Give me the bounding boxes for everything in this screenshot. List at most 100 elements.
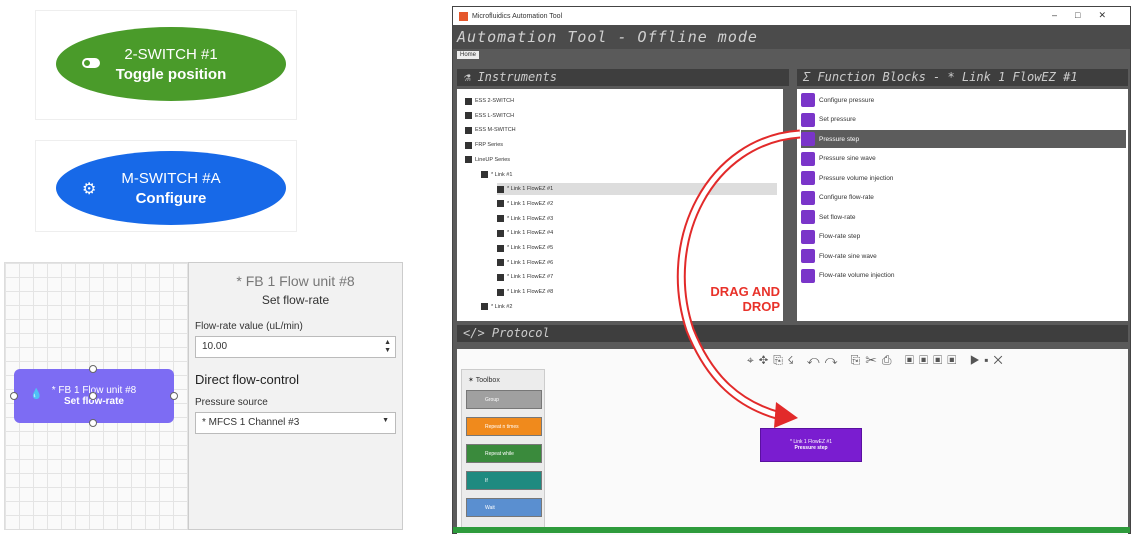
properties-title: * FB 1 Flow unit #8 xyxy=(236,273,355,289)
m-switch-block[interactable]: ⚙ M-SWITCH #A Configure xyxy=(56,151,286,225)
toggle-icon xyxy=(82,55,100,73)
tree-item[interactable]: * Link 1 FlowEZ #8 xyxy=(497,286,553,298)
drag-drop-label: DRAG AND DROP xyxy=(710,284,780,314)
tree-item[interactable]: FRP Series xyxy=(465,139,503,151)
instrument-icon xyxy=(481,171,488,178)
window-controls[interactable]: –□✕ xyxy=(1052,10,1124,21)
tree-item[interactable]: ESS M-SWITCH xyxy=(465,124,516,136)
handle-left[interactable] xyxy=(10,392,18,400)
function-block-item[interactable]: Set flow-rate xyxy=(801,208,1126,226)
instrument-icon xyxy=(497,200,504,208)
toolbox-item-label: Repeat while xyxy=(485,450,514,457)
properties-panel: * FB 1 Flow unit #8 Set flow-rate Flow-r… xyxy=(188,262,403,530)
app-title: Automation Tool - Offline mode xyxy=(453,25,1130,49)
tree-item-label: * Link 1 FlowEZ #3 xyxy=(507,215,554,222)
toolbox-item[interactable]: Wait xyxy=(466,498,542,517)
instrument-icon xyxy=(497,273,504,281)
toolbox-item-label: Repeat n times xyxy=(485,423,519,430)
instrument-icon xyxy=(497,259,504,267)
function-block-item[interactable]: Flow-rate volume injection xyxy=(801,267,1126,285)
tree-item-label: * Link 1 FlowEZ #8 xyxy=(507,289,554,296)
instruments-header: ⚗ Instruments xyxy=(457,69,789,86)
tree-item[interactable]: * Link #1 xyxy=(481,169,512,181)
function-block-item[interactable]: Configure pressure xyxy=(801,91,1126,109)
tab-home[interactable]: Home xyxy=(457,51,480,59)
instrument-icon xyxy=(465,156,472,164)
function-blocks-header-label: Function Blocks - * Link 1 FlowEZ #1 xyxy=(817,70,1078,84)
tree-item[interactable]: * Link #2 xyxy=(481,301,512,313)
pressure-source-label: Pressure source xyxy=(195,397,268,408)
tree-item-label: ESS 2-SWITCH xyxy=(475,98,515,104)
tree-item[interactable]: * Link 1 FlowEZ #4 xyxy=(497,227,553,239)
instrument-icon xyxy=(465,112,472,120)
toolbox-item-label: If xyxy=(485,477,488,484)
toolbox-title: ✶ Toolbox xyxy=(468,376,500,384)
app-logo-icon xyxy=(459,11,468,21)
function-block-item[interactable]: Pressure step xyxy=(801,130,1126,148)
function-block-item[interactable]: Set pressure xyxy=(801,111,1126,129)
drop-icon: 💧 xyxy=(30,389,43,400)
instrument-icon xyxy=(497,288,504,296)
toolbox-item[interactable]: Repeat while xyxy=(466,444,542,463)
tree-item[interactable]: * Link 1 FlowEZ #3 xyxy=(497,213,553,225)
chevron-down-icon: ▼ xyxy=(382,417,389,424)
m-switch-name: M-SWITCH #A xyxy=(121,169,221,187)
function-block-item[interactable]: Pressure volume injection xyxy=(801,169,1126,187)
toolbox-item-label: Group xyxy=(485,396,499,403)
two-switch-card: 2-SWITCH #1 Toggle position xyxy=(35,10,297,120)
gear-icon: ⚙ xyxy=(82,181,97,198)
tree-item-label: * Link 1 FlowEZ #2 xyxy=(507,200,554,207)
instrument-icon xyxy=(465,141,472,149)
tree-item[interactable]: * Link 1 FlowEZ #7 xyxy=(497,271,553,283)
pressure-source-select[interactable]: * MFCS 1 Channel #3 ▼ xyxy=(195,412,396,434)
function-block-item[interactable]: Pressure sine wave xyxy=(801,150,1126,168)
toolbox: ✶ Toolbox Group Repeat n times Repeat whil… xyxy=(461,369,545,529)
tree-item-label: * Link 1 FlowEZ #1 xyxy=(507,186,554,193)
sigma-icon: Σ xyxy=(803,70,818,84)
drag-arrow xyxy=(676,129,801,428)
function-block-item[interactable]: Flow-rate sine wave xyxy=(801,247,1126,265)
protocol-node[interactable]: * Link 1 FlowEZ #1 Pressure step xyxy=(760,428,862,462)
function-block-label: Configure flow-rate xyxy=(819,194,874,201)
handle-right[interactable] xyxy=(170,392,178,400)
status-bar xyxy=(453,527,1130,533)
function-block-icon xyxy=(801,93,815,107)
properties-subtitle: Set flow-rate xyxy=(261,293,330,307)
tree-item-label: * Link 1 FlowEZ #7 xyxy=(507,274,554,281)
tree-item[interactable]: ESS 2-SWITCH xyxy=(465,95,514,107)
protocol-header-label: Protocol xyxy=(491,326,550,340)
tree-item[interactable]: * Link 1 FlowEZ #6 xyxy=(497,257,553,269)
tree-item[interactable]: * Link 1 FlowEZ #5 xyxy=(497,242,553,254)
section-title: Direct flow-control xyxy=(195,372,300,387)
tree-item[interactable]: * Link 1 FlowEZ #2 xyxy=(497,198,553,210)
toolbox-item-label: Wait xyxy=(485,504,495,511)
toolbox-title-label: Toolbox xyxy=(475,377,500,384)
toolbox-item[interactable]: Repeat n times xyxy=(466,417,542,436)
function-block-item[interactable]: Configure flow-rate xyxy=(801,189,1126,207)
flow-rate-input[interactable]: 10.00 ▲ ▼ xyxy=(195,336,396,358)
toolbox-item[interactable]: If xyxy=(466,471,542,490)
window-title: Microfluidics Automation Tool xyxy=(472,12,563,20)
function-block-label: Configure pressure xyxy=(819,96,875,104)
spinner-icon[interactable]: ▲ ▼ xyxy=(384,339,391,355)
toolbox-item[interactable]: Group xyxy=(466,390,542,409)
m-switch-card: ⚙ M-SWITCH #A Configure xyxy=(35,140,297,232)
handle-center[interactable] xyxy=(89,392,97,400)
tree-item-label: * Link #2 xyxy=(491,303,513,310)
flow-rate-value: 10.00 xyxy=(202,341,228,352)
tools-icon: ✶ xyxy=(468,377,476,384)
function-block-label: Flow-rate volume injection xyxy=(819,272,895,279)
instrument-icon xyxy=(465,97,472,105)
instrument-icon xyxy=(481,303,488,311)
function-block-label: Flow-rate step xyxy=(819,233,861,240)
tree-item[interactable]: LineUP Series xyxy=(465,154,510,166)
tree-item-label: ESS L-SWITCH xyxy=(475,112,515,119)
two-switch-block[interactable]: 2-SWITCH #1 Toggle position xyxy=(56,27,286,101)
tree-item-label: * Link 1 FlowEZ #4 xyxy=(507,230,554,237)
tree-item-label: * Link 1 FlowEZ #5 xyxy=(507,245,554,251)
handle-top[interactable] xyxy=(89,365,97,373)
instrument-icon xyxy=(465,126,472,134)
function-block-item[interactable]: Flow-rate step xyxy=(801,228,1126,246)
tree-item[interactable]: ESS L-SWITCH xyxy=(465,110,514,122)
handle-bottom[interactable] xyxy=(89,419,97,427)
